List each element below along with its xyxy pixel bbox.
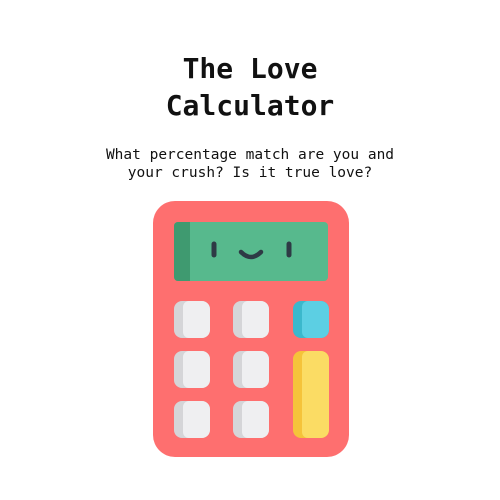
page-subtitle-line-1: What percentage match are you and: [105, 147, 395, 163]
key-r1-c2: [233, 301, 269, 338]
key-equals-tall: [293, 351, 329, 438]
key-r3-c1: [174, 401, 210, 438]
calculator-illustration: [153, 201, 349, 457]
key-r2-c2: [233, 351, 269, 388]
key-r3-c2: [233, 401, 269, 438]
key-r1-c1: [174, 301, 210, 338]
key-r2-c1: [174, 351, 210, 388]
smiley-face-icon: [211, 241, 292, 260]
page-title-line-2: Calculator: [165, 89, 335, 122]
calculator-screen: [174, 222, 328, 281]
smile-mouth-icon: [238, 249, 264, 260]
love-calculator-page: The Love Calculator What percentage matc…: [0, 0, 500, 500]
page-subtitle: What percentage match are you and your c…: [0, 146, 500, 182]
page-subtitle-line-2: your crush? Is it true love?: [127, 165, 373, 181]
page-title-line-1: The Love: [182, 52, 318, 85]
page-title: The Love Calculator: [0, 50, 500, 124]
key-r1-c3: [293, 301, 329, 338]
